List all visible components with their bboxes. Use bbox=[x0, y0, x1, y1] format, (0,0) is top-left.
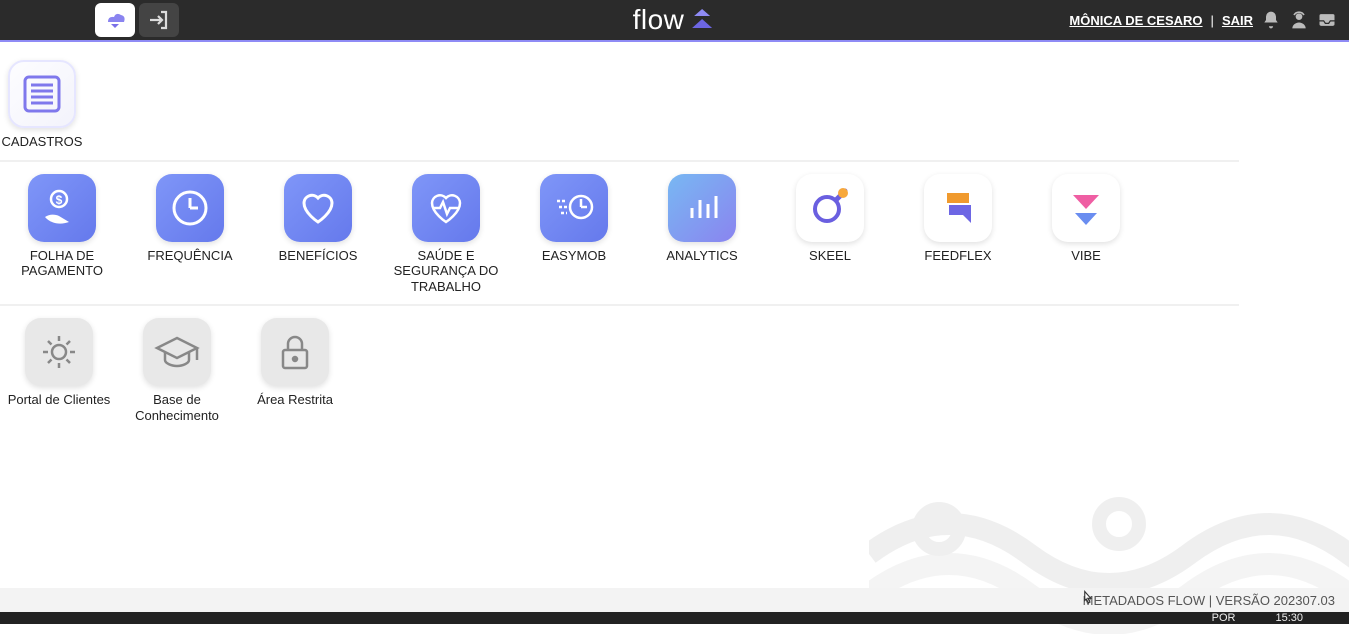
svg-text:$: $ bbox=[56, 193, 63, 207]
analytics-icon bbox=[680, 186, 724, 230]
vibe-label: VIBE bbox=[1071, 248, 1101, 264]
payroll-icon: $ bbox=[39, 185, 85, 231]
restrita-label: Área Restrita bbox=[257, 392, 333, 408]
heart-icon bbox=[296, 186, 340, 230]
cadastros-tile bbox=[8, 60, 76, 128]
health-icon bbox=[424, 186, 468, 230]
taskbar-lang: POR bbox=[1212, 612, 1236, 624]
saude-label: SAÚDE E SEGURANÇA DO TRABALHO bbox=[388, 248, 504, 295]
logo-text: flow bbox=[633, 4, 685, 36]
app-portal-clientes[interactable]: Portal de Clientes bbox=[4, 318, 114, 423]
easymob-tile bbox=[540, 174, 608, 242]
bell-icon[interactable] bbox=[1261, 10, 1281, 30]
app-analytics[interactable]: ANALYTICS bbox=[644, 174, 760, 295]
app-skeel[interactable]: SKEEL bbox=[772, 174, 888, 295]
main-content: CADASTROS $ FOLHA DE PAGAMENTO bbox=[0, 42, 1349, 434]
taskbar-time: 15:30 bbox=[1275, 612, 1303, 624]
app-folha-pagamento[interactable]: $ FOLHA DE PAGAMENTO bbox=[4, 174, 120, 295]
skeel-tile bbox=[796, 174, 864, 242]
footer-bar: METADADOS FLOW | VERSÃO 202307.03 bbox=[0, 588, 1349, 612]
analytics-tile bbox=[668, 174, 736, 242]
header-bar: flow MÔNICA DE CESARO | SAIR bbox=[0, 0, 1349, 42]
lock-icon bbox=[275, 330, 315, 374]
gear-icon bbox=[37, 330, 81, 374]
base-tile bbox=[143, 318, 211, 386]
os-taskbar: POR 15:30 bbox=[0, 612, 1349, 624]
skeel-label: SKEEL bbox=[809, 248, 851, 264]
list-icon bbox=[20, 72, 64, 116]
app-vibe[interactable]: VIBE bbox=[1028, 174, 1144, 295]
feedflex-tile bbox=[924, 174, 992, 242]
app-frequencia[interactable]: FREQUÊNCIA bbox=[132, 174, 248, 295]
version-text: METADADOS FLOW | VERSÃO 202307.03 bbox=[1083, 593, 1335, 608]
folha-label: FOLHA DE PAGAMENTO bbox=[4, 248, 120, 279]
easymob-label: EASYMOB bbox=[542, 248, 606, 264]
base-label: Base de Conhecimento bbox=[122, 392, 232, 423]
vibe-icon bbox=[1063, 185, 1109, 231]
clock-icon bbox=[168, 186, 212, 230]
header-left-buttons bbox=[95, 3, 179, 37]
app-easymob[interactable]: EASYMOB bbox=[516, 174, 632, 295]
app-area-restrita[interactable]: Área Restrita bbox=[240, 318, 350, 423]
cloud-arrow-icon bbox=[103, 10, 127, 30]
saude-tile bbox=[412, 174, 480, 242]
feedflex-icon bbox=[935, 185, 981, 231]
app-base-conhecimento[interactable]: Base de Conhecimento bbox=[122, 318, 232, 423]
vibe-tile bbox=[1052, 174, 1120, 242]
app-saude-seguranca[interactable]: SAÚDE E SEGURANÇA DO TRABALHO bbox=[388, 174, 504, 295]
cadastros-label: CADASTROS bbox=[2, 134, 83, 150]
separator: | bbox=[1211, 13, 1214, 28]
home-button[interactable] bbox=[95, 3, 135, 37]
easymob-icon bbox=[551, 185, 597, 231]
section-modules: $ FOLHA DE PAGAMENTO FREQUÊNCIA bbox=[0, 174, 1239, 307]
inbox-icon[interactable] bbox=[1317, 10, 1337, 30]
section-cadastros: CADASTROS bbox=[0, 60, 1239, 162]
beneficios-tile bbox=[284, 174, 352, 242]
app-beneficios[interactable]: BENEFÍCIOS bbox=[260, 174, 376, 295]
portal-label: Portal de Clientes bbox=[8, 392, 111, 408]
skeel-icon bbox=[807, 185, 853, 231]
beneficios-label: BENEFÍCIOS bbox=[279, 248, 358, 264]
pointer-cursor-icon bbox=[1079, 590, 1095, 608]
user-name-link[interactable]: MÔNICA DE CESARO bbox=[1069, 13, 1202, 28]
restrita-tile bbox=[261, 318, 329, 386]
section-support: Portal de Clientes Base de Conhecimento bbox=[0, 318, 1239, 433]
frequencia-label: FREQUÊNCIA bbox=[147, 248, 232, 264]
logo-arrows-icon bbox=[688, 9, 716, 31]
support-icon[interactable] bbox=[1289, 10, 1309, 30]
folha-tile: $ bbox=[28, 174, 96, 242]
app-feedflex[interactable]: FEEDFLEX bbox=[900, 174, 1016, 295]
header-right: MÔNICA DE CESARO | SAIR bbox=[1069, 10, 1337, 30]
feedflex-label: FEEDFLEX bbox=[924, 248, 991, 264]
portal-tile bbox=[25, 318, 93, 386]
app-logo: flow bbox=[633, 4, 717, 36]
logout-link[interactable]: SAIR bbox=[1222, 13, 1253, 28]
analytics-label: ANALYTICS bbox=[666, 248, 737, 264]
graduation-icon bbox=[153, 330, 201, 374]
app-cadastros[interactable]: CADASTROS bbox=[4, 60, 80, 150]
logout-arrow-icon bbox=[147, 8, 171, 32]
frequencia-tile bbox=[156, 174, 224, 242]
header-logout-button[interactable] bbox=[139, 3, 179, 37]
